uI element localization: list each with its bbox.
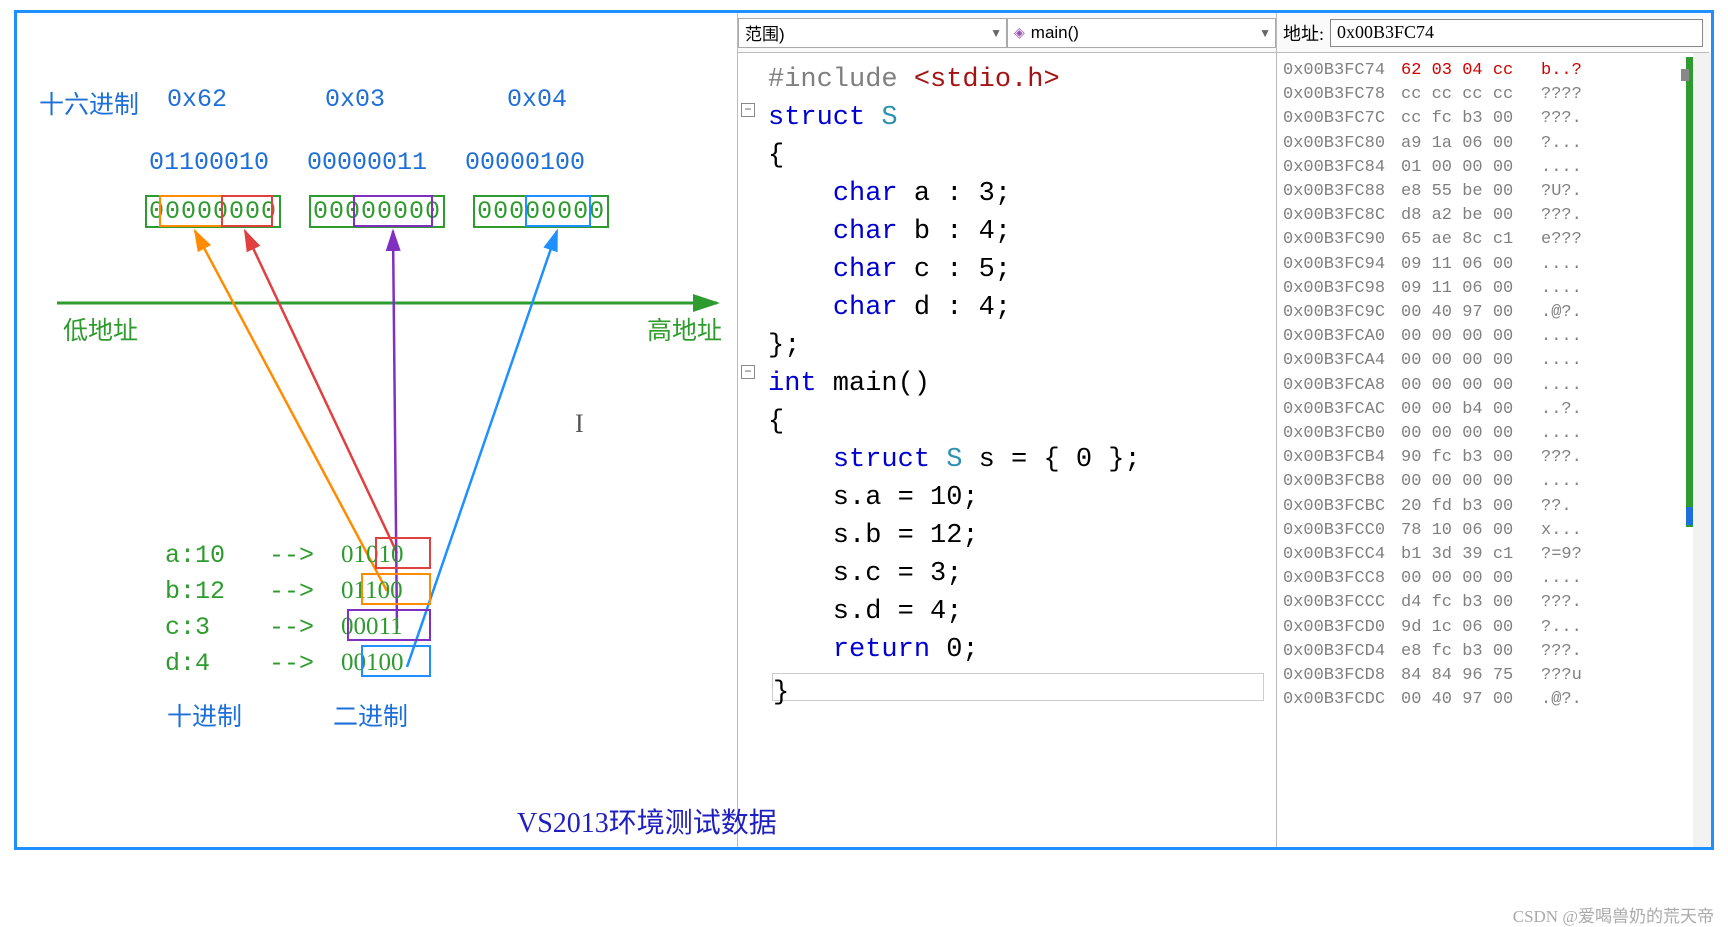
- dec-label: 十进制: [167, 697, 242, 733]
- subbox-b: [159, 195, 223, 227]
- watermark: CSDN @爱喝兽奶的荒天帝: [1513, 902, 1714, 927]
- scroll-arrow-icon[interactable]: [1681, 69, 1689, 81]
- function-combo-text: main(): [1031, 23, 1079, 43]
- address-input[interactable]: [1330, 19, 1703, 47]
- memory-row: 0x00B3FCD884 84 96 75???u: [1283, 664, 1705, 688]
- bin-h2: 00000100: [465, 148, 585, 177]
- memory-row: 0x00B3FC8Cd8 a2 be 00???.: [1283, 204, 1705, 228]
- memory-row: 0x00B3FCBC20 fd b3 00 ??.: [1283, 495, 1705, 519]
- bin-label: 二进制: [333, 697, 408, 733]
- memory-row: 0x00B3FC88e8 55 be 00?U?.: [1283, 180, 1705, 204]
- subbox-c: [353, 195, 433, 227]
- hex-label: 十六进制: [39, 85, 139, 121]
- hex-2: 0x04: [507, 85, 567, 114]
- memory-toolbar: 地址:: [1277, 13, 1709, 53]
- memory-row: 0x00B3FCDC00 40 97 00.@?.: [1283, 688, 1705, 712]
- scope-combo[interactable]: 范围) ▼: [738, 18, 1007, 48]
- collapse-icon[interactable]: −: [741, 103, 755, 117]
- main-frame: 十六进制 0x62 0x03 0x04 01100010 00000011 00…: [14, 10, 1714, 850]
- bottom-edit-line[interactable]: }: [772, 673, 1264, 701]
- chevron-down-icon: ▼: [1259, 26, 1271, 40]
- memory-row: 0x00B3FC8401 00 00 00....: [1283, 156, 1705, 180]
- function-combo[interactable]: ◈ main() ▼: [1007, 18, 1276, 48]
- memory-row: 0x00B3FCC4b1 3d 39 c1?=9?: [1283, 543, 1705, 567]
- memory-row: 0x00B3FCA400 00 00 00....: [1283, 349, 1705, 373]
- memory-row: 0x00B3FCA000 00 00 00....: [1283, 325, 1705, 349]
- gutter: − −: [741, 61, 763, 403]
- memory-row: 0x00B3FCA800 00 00 00....: [1283, 374, 1705, 398]
- memory-panel: 地址: 0x00B3FC7462 03 04 ccb..?0x00B3FC78c…: [1277, 13, 1709, 847]
- litbox-c: [347, 609, 431, 641]
- scope-combo-text: 范围): [745, 20, 785, 45]
- bin-h1: 00000011: [307, 148, 427, 177]
- memory-row: 0x00B3FCAC00 00 b4 00..?.: [1283, 398, 1705, 422]
- diagram-panel: 十六进制 0x62 0x03 0x04 01100010 00000011 00…: [17, 13, 737, 847]
- memory-row: 0x00B3FC78cc cc cc cc????: [1283, 83, 1705, 107]
- high-addr-label: 高地址: [647, 311, 722, 347]
- memory-row: 0x00B3FC9809 11 06 00....: [1283, 277, 1705, 301]
- memory-row: 0x00B3FCC800 00 00 00....: [1283, 567, 1705, 591]
- memory-row: 0x00B3FCD09d 1c 06 00?...: [1283, 616, 1705, 640]
- memory-row: 0x00B3FCCCd4 fc b3 00???.: [1283, 591, 1705, 615]
- memory-row: 0x00B3FC9065 ae 8c c1e???: [1283, 228, 1705, 252]
- change-bar-icon: [1686, 507, 1693, 525]
- code-area[interactable]: − − #include <stdio.h> struct S { char a…: [738, 53, 1276, 847]
- assign-a: a:10 --> 01010: [165, 537, 407, 573]
- memory-row: 0x00B3FC7462 03 04 ccb..?: [1283, 59, 1705, 83]
- memory-row: 0x00B3FC9409 11 06 00....: [1283, 253, 1705, 277]
- subbox-d: [525, 195, 591, 227]
- subbox-a: [221, 195, 273, 227]
- code-panel: 范围) ▼ ◈ main() ▼ − − #include <stdio.h> …: [737, 13, 1277, 847]
- text-cursor-icon: I: [575, 409, 584, 439]
- memory-row: 0x00B3FCB800 00 00 00....: [1283, 470, 1705, 494]
- memory-row: 0x00B3FCC078 10 06 00x...: [1283, 519, 1705, 543]
- litbox-a: [375, 537, 431, 569]
- hex-1: 0x03: [325, 85, 385, 114]
- memory-row: 0x00B3FC9C00 40 97 00.@?.: [1283, 301, 1705, 325]
- memory-row: 0x00B3FCB490 fc b3 00???.: [1283, 446, 1705, 470]
- address-label: 地址:: [1283, 20, 1324, 46]
- chevron-down-icon: ▼: [990, 26, 1002, 40]
- vertical-scrollbar[interactable]: [1693, 53, 1711, 847]
- low-addr-label: 低地址: [63, 311, 138, 347]
- memory-row: 0x00B3FCD4e8 fc b3 00???.: [1283, 640, 1705, 664]
- collapse-icon[interactable]: −: [741, 365, 755, 379]
- cube-icon: ◈: [1014, 24, 1025, 41]
- change-bar-icon: [1686, 57, 1693, 527]
- memory-row: 0x00B3FC7Ccc fc b3 00???.: [1283, 107, 1705, 131]
- litbox-d: [361, 645, 431, 677]
- memory-dump[interactable]: 0x00B3FC7462 03 04 ccb..?0x00B3FC78cc cc…: [1277, 53, 1709, 847]
- memory-row: 0x00B3FC80a9 1a 06 00?...: [1283, 132, 1705, 156]
- hex-0: 0x62: [167, 85, 227, 114]
- bin-h0: 01100010: [149, 148, 269, 177]
- caption: VS2013环境测试数据: [517, 801, 777, 841]
- memory-row: 0x00B3FCB000 00 00 00....: [1283, 422, 1705, 446]
- code-toolbar: 范围) ▼ ◈ main() ▼: [738, 13, 1276, 53]
- litbox-b: [361, 573, 431, 605]
